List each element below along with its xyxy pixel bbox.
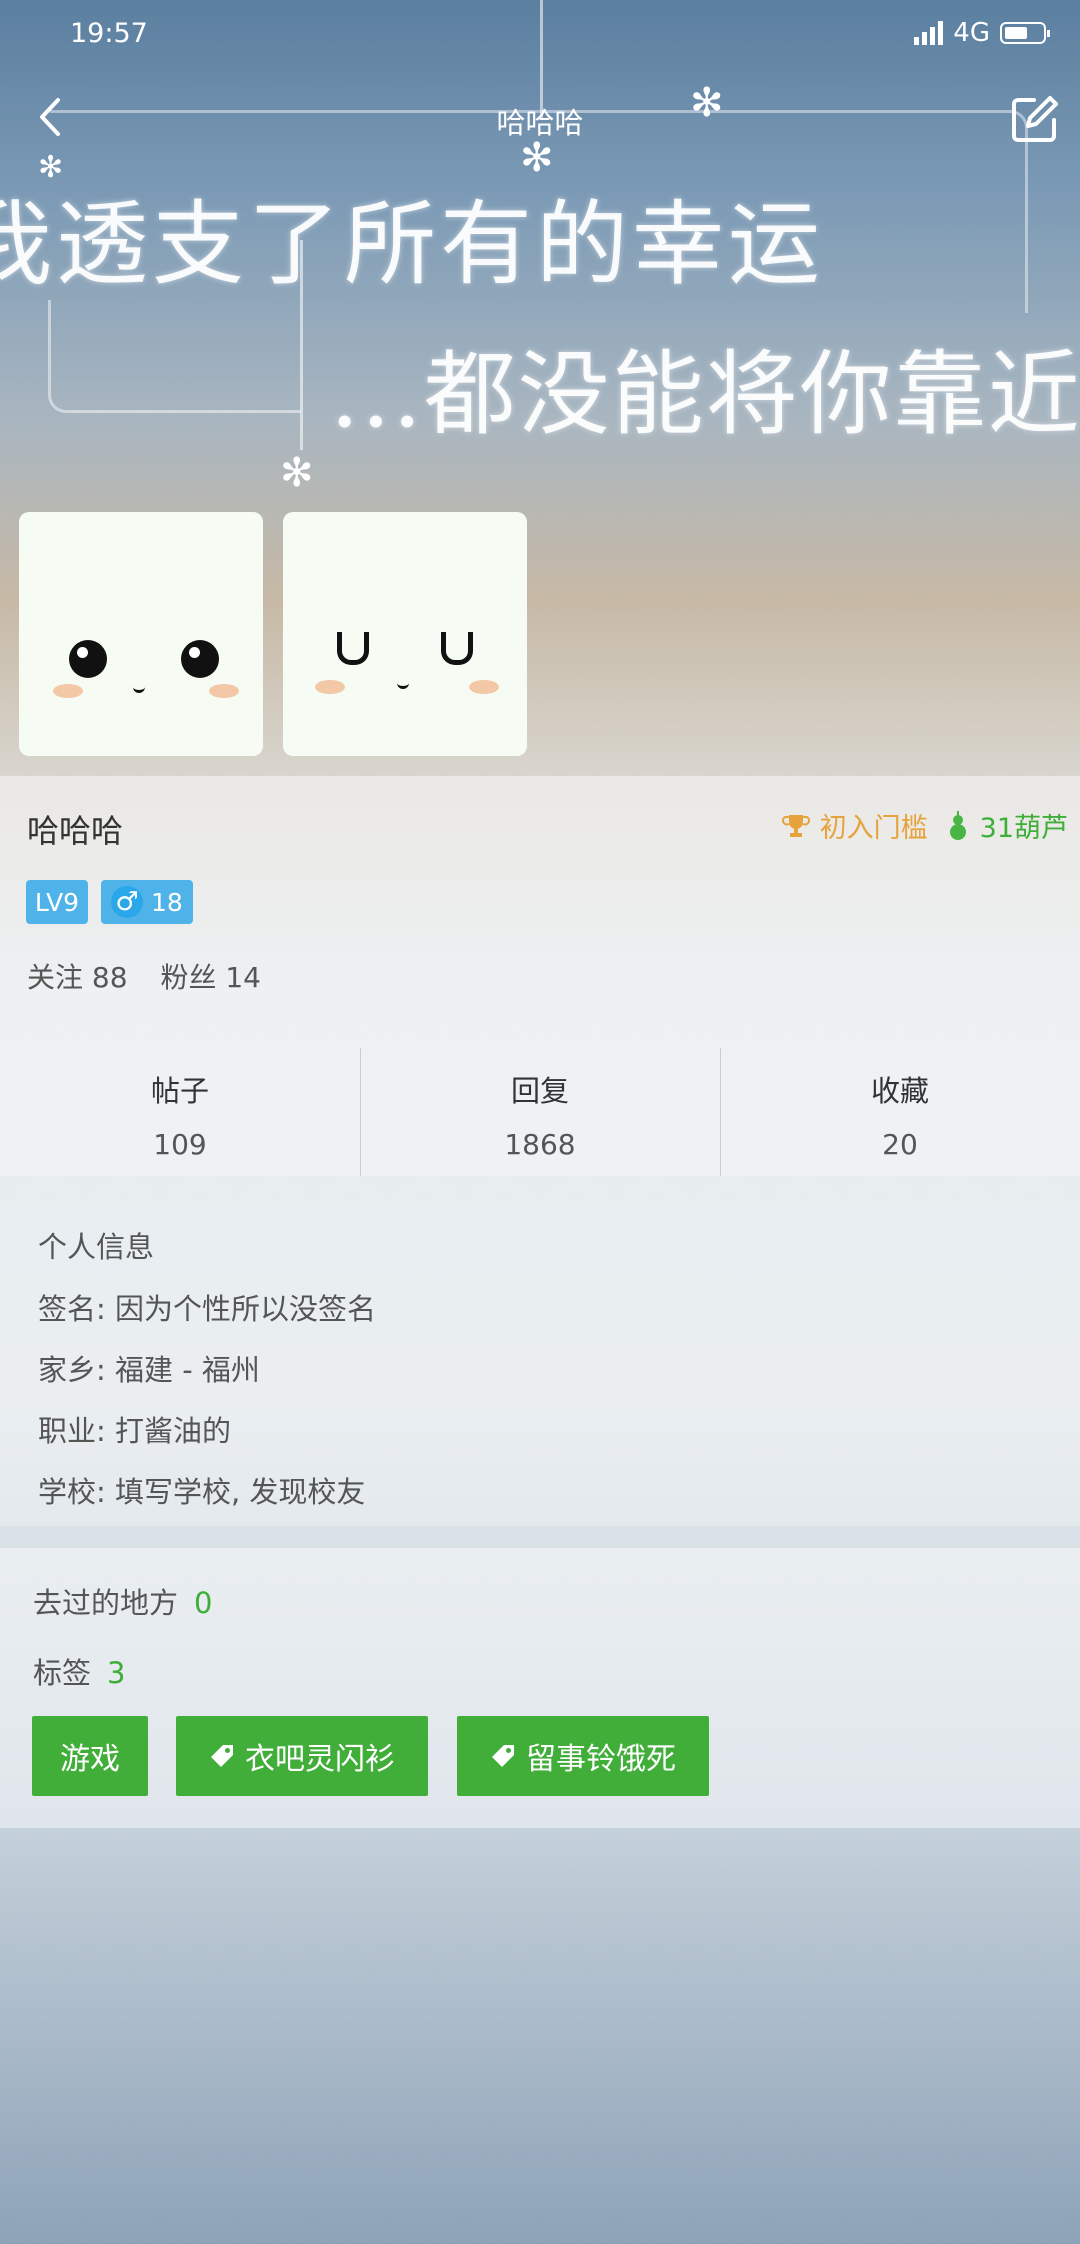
tag-label: 留事铃饿死	[526, 1742, 676, 1777]
stat-posts[interactable]: 帖子 109	[0, 1048, 360, 1176]
level-label: LV9	[34, 887, 80, 917]
avatar-2[interactable]	[283, 512, 527, 756]
follow-stats: 关注 88 粉丝 14	[27, 956, 261, 996]
gender-age-badge: ♂ 18	[101, 880, 193, 924]
cover-frame-line	[48, 300, 301, 413]
age-label: 18	[151, 887, 183, 917]
tags-label: 标签	[33, 1656, 92, 1690]
network-type: 4G	[953, 18, 990, 48]
page-title: 哈哈哈	[496, 106, 584, 140]
stat-label: 回复	[510, 1074, 569, 1108]
cover-text-line1: 我透支了所有的幸运	[0, 191, 825, 298]
tag-icon	[211, 1745, 233, 1767]
places-row[interactable]: 去过的地方 0	[33, 1580, 212, 1622]
tag-icon	[492, 1745, 514, 1767]
edit-icon	[1012, 96, 1058, 142]
tag-item-3[interactable]: 留事铃饿死	[457, 1716, 709, 1796]
tag-game[interactable]: 游戏	[32, 1716, 148, 1796]
fans-count[interactable]: 粉丝 14	[160, 961, 261, 994]
status-indicators: 4G	[914, 18, 1050, 48]
info-signature: 签名: 因为个性所以没签名	[38, 1292, 376, 1326]
signal-icon	[914, 21, 944, 45]
gourd-count: 31葫芦	[979, 813, 1068, 844]
battery-icon	[1000, 22, 1050, 44]
stat-value: 20	[882, 1128, 918, 1161]
user-meta: 初入门槛 31葫芦	[781, 806, 1068, 845]
edit-profile-button[interactable]	[1008, 92, 1062, 146]
snowflake-icon: ✻	[280, 450, 314, 496]
avatar-1[interactable]	[19, 512, 263, 756]
info-heading: 个人信息	[38, 1230, 155, 1264]
info-job: 职业: 打酱油的	[38, 1414, 231, 1448]
tag-label: 衣吧灵闪衫	[245, 1742, 395, 1777]
status-time: 19:57	[70, 18, 148, 49]
follow-count[interactable]: 关注 88	[27, 961, 128, 994]
stat-replies[interactable]: 回复 1868	[360, 1048, 720, 1176]
rank-label: 初入门槛	[819, 813, 928, 844]
stat-label: 帖子	[150, 1074, 209, 1108]
places-count: 0	[194, 1586, 213, 1620]
male-icon: ♂	[111, 886, 143, 918]
tags-row: 标签 3	[33, 1650, 125, 1692]
gourd-icon	[949, 810, 966, 840]
stat-favorites[interactable]: 收藏 20	[720, 1048, 1080, 1176]
places-label: 去过的地方	[33, 1586, 179, 1620]
stat-value: 109	[153, 1128, 207, 1161]
username: 哈哈哈	[27, 812, 124, 850]
info-school[interactable]: 学校: 填写学校, 发现校友	[38, 1469, 365, 1511]
stats-row: 帖子 109 回复 1868 收藏 20	[0, 1048, 1080, 1176]
trophy-icon	[781, 814, 810, 837]
tag-label: 游戏	[60, 1742, 120, 1777]
tag-item-2[interactable]: 衣吧灵闪衫	[176, 1716, 428, 1796]
stat-value: 1868	[504, 1128, 576, 1161]
tags-count: 3	[107, 1656, 126, 1690]
cover-text-line2: ...都没能将你靠近	[330, 341, 1080, 448]
level-badge: LV9	[26, 880, 88, 924]
stat-label: 收藏	[870, 1074, 929, 1108]
info-hometown: 家乡: 福建 - 福州	[38, 1353, 260, 1387]
